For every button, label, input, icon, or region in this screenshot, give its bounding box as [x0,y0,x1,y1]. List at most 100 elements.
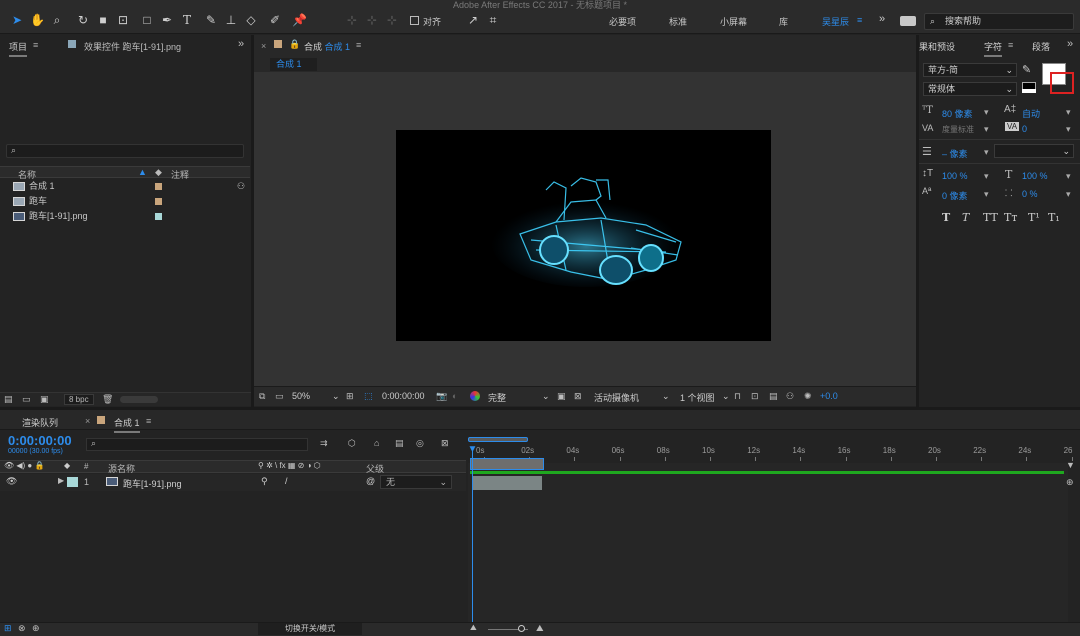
font-style-select[interactable]: 常规体 ⌄ [923,82,1017,96]
zoom-slider-thumb[interactable] [518,625,525,632]
font-family-select[interactable]: 苹方-简 ⌄ [923,63,1017,77]
subscript-button[interactable]: T₁ [1048,211,1060,224]
fast-previews-icon[interactable]: ⊡ [751,391,759,402]
list-item[interactable]: 跑车[1-91].png [0,209,250,224]
tab-paragraph[interactable]: 段落 [1032,40,1050,53]
local-axis-icon[interactable]: ⊹ [345,13,359,27]
lock-icon[interactable]: 🔒 [289,39,300,50]
sort-asc-icon[interactable]: ▲ [138,167,147,177]
quality-select[interactable]: 完整 ⌄ [488,391,550,404]
panel-menu-icon[interactable]: ≡ [146,416,151,426]
layer-switches-icon[interactable]: ⊞ [4,623,12,634]
workspace-libraries[interactable]: 库 [779,15,788,28]
comp-canvas[interactable] [396,130,771,341]
flowchart-icon[interactable]: ⚇ [786,391,794,402]
frame-blending-icon[interactable]: ▤ [395,438,404,449]
quality-switch-icon[interactable]: / [285,476,288,486]
time-navigator[interactable] [468,437,528,442]
timeline-icon[interactable]: ▤ [769,391,778,402]
hand-tool-icon[interactable]: ✋ [30,13,45,27]
puppet-pin-tool-icon[interactable]: 📌 [292,13,307,27]
label-swatch[interactable] [67,477,78,487]
chevron-down-icon[interactable]: ▾ [984,107,989,118]
new-composition-icon[interactable]: ▣ [40,394,49,405]
current-time-indicator[interactable] [472,448,473,628]
faux-bold-button[interactable]: T [942,211,950,224]
zoom-out-icon[interactable]: ⛰ [470,623,477,633]
world-axis-icon[interactable]: ⊹ [365,13,379,27]
stroke-style-select[interactable]: ⌄ [994,144,1074,158]
tab-composition-label[interactable]: 合成 合成 1 [304,40,350,53]
stroke-width-value[interactable]: – 像素 [942,147,968,160]
close-icon[interactable]: × [85,416,90,426]
workspace-essentials[interactable]: 必要项 [609,15,636,28]
roto-brush-tool-icon[interactable]: ✐ [268,13,282,27]
chevron-down-icon[interactable]: ▾ [984,189,989,200]
workspace-active[interactable]: 吴星辰 [822,15,849,28]
new-folder-icon[interactable]: ▭ [22,394,31,405]
eraser-tool-icon[interactable]: ◇ [244,13,258,27]
shy-switch-icon[interactable]: ⚲ [261,476,268,487]
tab-render-queue[interactable]: 渲染队列 [22,416,58,429]
parent-select[interactable]: 无 ⌄ [380,475,452,489]
work-area-bar[interactable] [470,458,544,470]
tsume-value[interactable]: 0 % [1022,189,1038,199]
thumbnail-slider[interactable] [120,396,158,403]
more-tabs-icon[interactable]: » [238,38,244,50]
shy-layers-icon[interactable]: ⌂ [374,438,379,448]
show-snapshot-icon[interactable]: ◐ [452,391,457,401]
comp-mini-flowchart-icon[interactable]: ⇉ [320,438,328,449]
label-tag-icon[interactable]: ◆ [155,167,162,178]
chevron-down-icon[interactable]: ▾ [1066,107,1071,118]
help-search-input[interactable]: ⌕ 搜索帮助 [924,13,1074,30]
pen-tool-icon[interactable]: ✒ [160,13,174,27]
more-tabs-icon[interactable]: » [1067,38,1073,50]
snap-options-icon[interactable]: ⌗ [486,13,500,27]
viewer-timecode[interactable]: 0:00:00:00 [382,391,425,401]
graph-editor-icon[interactable]: ⊠ [441,438,449,449]
rotate-tool-icon[interactable]: ↻ [76,13,90,27]
baseline-shift-value[interactable]: 0 像素 [942,189,968,202]
tab-character[interactable]: 字符 [984,40,1003,57]
draft-3d-icon[interactable]: ⬡ [348,438,356,449]
list-item[interactable]: 跑车 [0,194,250,209]
monitor-icon[interactable]: ▭ [275,391,284,402]
stroke-color-swatch[interactable] [1050,72,1074,94]
small-caps-button[interactable]: Tт [1004,211,1017,224]
tracking-value[interactable]: 0 [1022,124,1027,134]
brush-tool-icon[interactable]: ✎ [204,13,218,27]
chevron-down-icon[interactable]: ▾ [1066,171,1071,182]
toggle-pixel-aspect-icon[interactable]: ⊓ [734,391,741,402]
panel-menu-icon[interactable]: ≡ [1008,40,1013,50]
project-search-input[interactable]: ⌕ [6,144,244,158]
workspace-small-screen[interactable]: 小屏幕 [720,15,747,28]
pick-whip-icon[interactable]: @ [366,476,375,486]
comp-button-icon[interactable]: ⊕ [1066,477,1074,488]
eye-icon[interactable]: 👁 [6,476,17,487]
in-out-icon[interactable]: ⊕ [32,623,40,634]
safe-zones-icon[interactable]: ⊞ [346,391,354,402]
comp-subtab[interactable]: 合成 1 [270,58,317,71]
align-checkbox[interactable] [410,16,419,25]
bpc-button[interactable]: 8 bpc [64,394,94,405]
list-item[interactable]: 合成 1 ⚇ [0,179,250,194]
twirl-icon[interactable]: ▶ [58,476,64,485]
panel-menu-icon[interactable]: ≡ [33,40,38,50]
clone-stamp-tool-icon[interactable]: ⊥ [224,13,238,27]
tab-effect-controls[interactable]: 效果控件 跑车[1-91].png [84,40,181,53]
always-preview-icon[interactable]: ⧉ [259,391,265,402]
mask-visibility-icon[interactable]: ⬚ [364,391,373,402]
faux-italic-button[interactable]: T [962,211,969,224]
delete-icon[interactable]: 🗑 [102,394,113,405]
chevron-down-icon[interactable]: ▾ [984,171,989,182]
modes-icon[interactable]: ⊗ [18,623,26,634]
close-icon[interactable]: × [261,41,266,51]
tab-effects-presets[interactable]: 果和预设 [919,40,955,53]
views-select[interactable]: 1 个视图 ⌄ [680,391,730,404]
tab-comp-timeline[interactable]: 合成 1 [114,416,140,433]
chevron-down-icon[interactable]: ▾ [1066,189,1071,200]
end-marker-icon[interactable]: ▼ [1066,460,1075,470]
snap-icon[interactable]: ↗ [466,13,480,27]
selection-tool-icon[interactable]: ➤ [10,13,24,27]
timeline-timecode[interactable]: 0:00:00:00 [8,433,72,448]
